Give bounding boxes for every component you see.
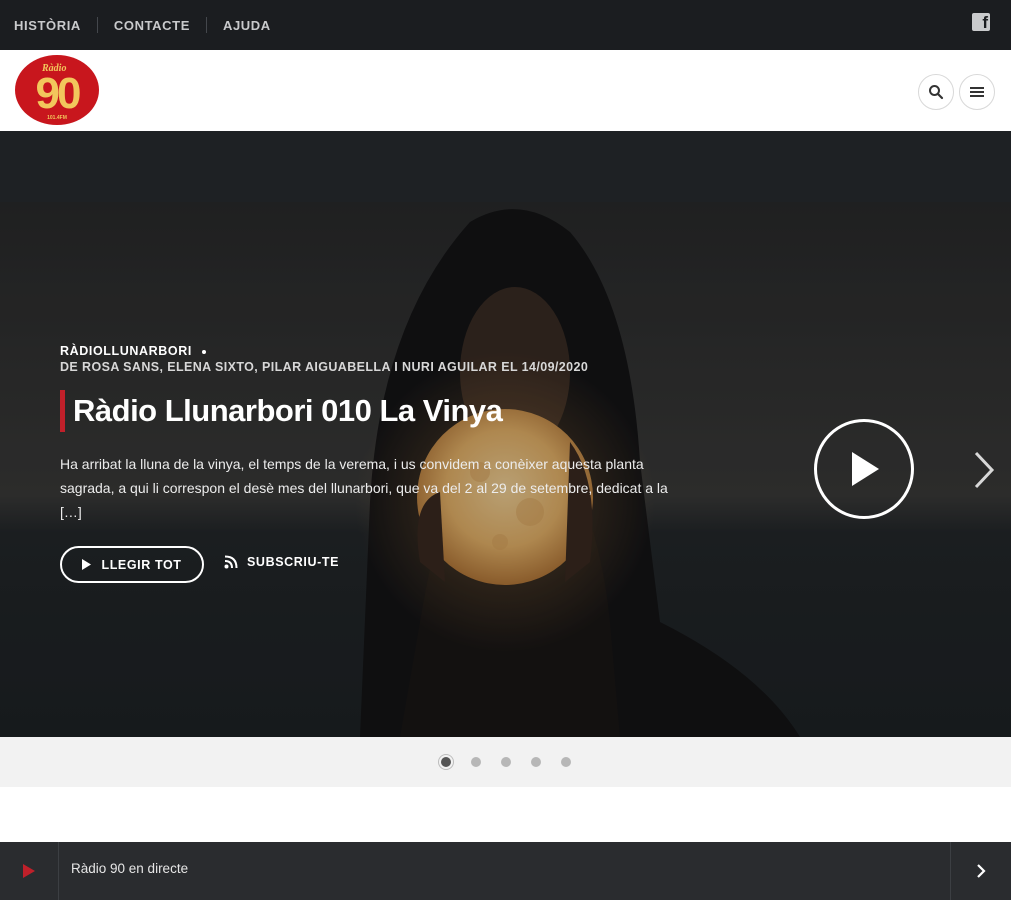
post-category[interactable]: RÀDIOLLUNARBORI xyxy=(60,344,206,358)
radio90-logo[interactable]: Ràdio 90 101.4FM xyxy=(14,54,100,126)
live-player-bar: Ràdio 90 en directe xyxy=(0,842,1011,900)
header-band xyxy=(0,131,1011,202)
play-episode-button[interactable] xyxy=(814,419,914,519)
title-accent-bar xyxy=(60,390,65,432)
category-dot xyxy=(201,349,206,354)
hamburger-menu-icon xyxy=(970,87,984,97)
search-button[interactable] xyxy=(918,74,954,110)
slider-dot-2[interactable] xyxy=(470,757,481,767)
nav-link-ajuda[interactable]: AJUDA xyxy=(223,18,271,33)
nav-link-contacte[interactable]: CONTACTE xyxy=(114,18,190,33)
nav-separator xyxy=(96,17,98,33)
facebook-icon[interactable]: f xyxy=(972,13,990,31)
player-station-label: Ràdio 90 en directe xyxy=(71,861,189,876)
rss-icon xyxy=(224,555,238,569)
top-nav: HISTÒRIA CONTACTE AJUDA xyxy=(0,17,271,33)
subscribe-label: SUBSCRIU-TE xyxy=(247,555,340,569)
read-more-label: LLEGIR TOT xyxy=(101,557,182,572)
slider-dot-3[interactable] xyxy=(500,757,511,767)
slider-dot-4[interactable] xyxy=(530,757,541,767)
post-category-label[interactable]: RÀDIOLLUNARBORI xyxy=(60,344,192,358)
read-more-button[interactable]: LLEGIR TOT xyxy=(60,546,204,583)
menu-button[interactable] xyxy=(959,74,995,110)
post-excerpt: Ha arribat la lluna de la vinya, el temp… xyxy=(60,456,668,520)
slider-dot-1[interactable] xyxy=(440,757,451,767)
subscribe-button[interactable]: SUBSCRIU-TE xyxy=(224,555,339,569)
nav-separator xyxy=(205,17,207,33)
nav-link-historia[interactable]: HISTÒRIA xyxy=(14,18,81,33)
slider-next-arrow-icon[interactable] xyxy=(970,450,996,490)
top-bar: HISTÒRIA CONTACTE AJUDA f xyxy=(0,0,1011,50)
search-icon xyxy=(929,85,944,100)
player-play-button[interactable] xyxy=(0,842,59,900)
logo-frequency: 101.4FM xyxy=(47,115,67,121)
slider-pagination xyxy=(0,737,1011,787)
site-header: Ràdio 90 101.4FM xyxy=(0,50,1011,131)
hero-slider: RÀDIOLLUNARBORI DE ROSA SANS, ELENA SIXT… xyxy=(0,202,1011,737)
play-icon xyxy=(23,864,35,878)
logo-number: 90 xyxy=(36,69,80,118)
play-icon xyxy=(852,452,879,486)
play-icon xyxy=(82,559,92,570)
slider-dot-5[interactable] xyxy=(560,757,571,767)
post-title-wrap: Ràdio Llunarbori 010 La Vinya xyxy=(60,390,503,432)
post-title[interactable]: Ràdio Llunarbori 010 La Vinya xyxy=(73,393,503,429)
post-byline: DE ROSA SANS, ELENA SIXTO, PILAR AIGUABE… xyxy=(60,360,589,374)
chevron-right-icon xyxy=(977,864,986,878)
player-expand-button[interactable] xyxy=(950,842,1011,900)
